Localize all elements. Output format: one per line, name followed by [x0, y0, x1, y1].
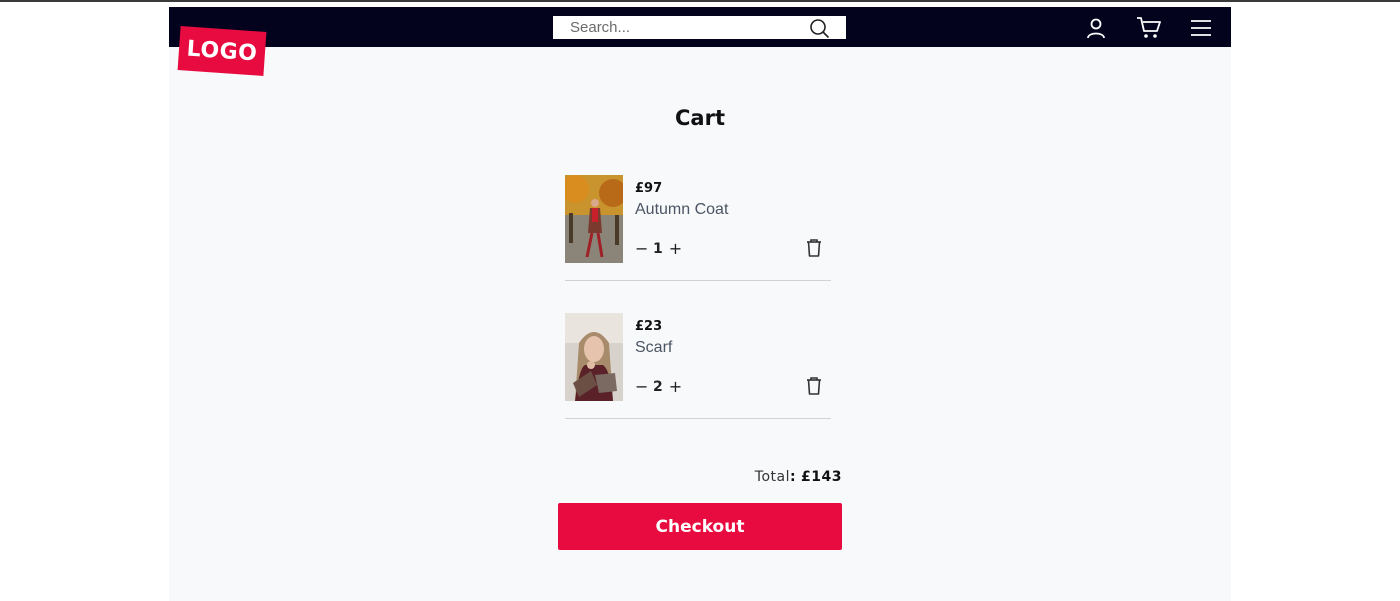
- cart-item: £97 Autumn Coat − 1 +: [565, 175, 831, 281]
- search-bar: [553, 16, 846, 39]
- page-title: Cart: [675, 106, 725, 130]
- decrement-button[interactable]: −: [635, 377, 648, 396]
- quantity-value: 2: [653, 378, 663, 395]
- product-thumbnail[interactable]: [565, 175, 623, 263]
- page: LOGO Cart £97 Autumn Coat − 1 +: [169, 7, 1231, 601]
- quantity-stepper: − 2 +: [635, 377, 682, 396]
- search-input[interactable]: [553, 16, 803, 39]
- cart-item: £23 Scarf − 2 +: [565, 313, 831, 419]
- cart-icon[interactable]: [1136, 15, 1162, 41]
- logo-text: LOGO: [185, 36, 259, 66]
- checkout-button[interactable]: Checkout: [558, 503, 842, 550]
- product-thumbnail[interactable]: [565, 313, 623, 401]
- item-price: £97: [635, 181, 663, 196]
- item-price: £23: [635, 319, 663, 334]
- hamburger-menu-icon[interactable]: [1188, 15, 1214, 41]
- cart-total: Total: £143: [557, 469, 842, 485]
- item-name: Scarf: [635, 339, 673, 356]
- total-label: Total: [754, 469, 790, 485]
- quantity-value: 1: [653, 240, 663, 257]
- decrement-button[interactable]: −: [635, 239, 648, 258]
- increment-button[interactable]: +: [669, 377, 682, 396]
- navbar: [169, 7, 1231, 47]
- search-icon[interactable]: [809, 18, 829, 38]
- quantity-stepper: − 1 +: [635, 239, 682, 258]
- item-name: Autumn Coat: [635, 201, 729, 218]
- trash-icon[interactable]: [805, 376, 823, 396]
- window-top-border: [0, 0, 1400, 2]
- increment-button[interactable]: +: [669, 239, 682, 258]
- trash-icon[interactable]: [805, 238, 823, 258]
- logo[interactable]: LOGO: [177, 26, 267, 76]
- user-icon[interactable]: [1083, 15, 1109, 41]
- total-value: £143: [801, 469, 842, 485]
- total-separator: :: [789, 469, 797, 485]
